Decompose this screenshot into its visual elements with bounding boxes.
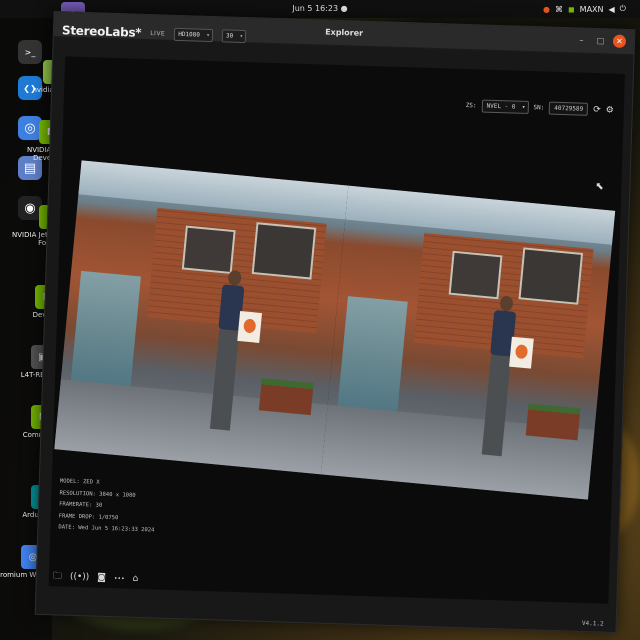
zs-label: ZS: bbox=[465, 102, 477, 110]
left-camera-image bbox=[54, 160, 349, 475]
stereo-video-feed[interactable] bbox=[54, 160, 616, 500]
close-button[interactable]: ✕ bbox=[612, 34, 627, 48]
network-icon[interactable]: ⌘ bbox=[555, 5, 563, 14]
refresh-icon[interactable]: ⟳ bbox=[593, 105, 601, 115]
serial-field[interactable]: 40729589 bbox=[549, 101, 589, 116]
chevron-down-icon: ▾ bbox=[521, 103, 526, 111]
settings-gear-icon[interactable]: ⚙ bbox=[606, 105, 614, 115]
fps-value: 30 bbox=[225, 31, 234, 40]
minimize-button[interactable]: – bbox=[575, 33, 588, 46]
right-camera-image bbox=[321, 185, 616, 500]
record-icon[interactable]: ● bbox=[543, 5, 550, 14]
resolution-value: HD1080 bbox=[178, 30, 201, 39]
sn-label: SN: bbox=[533, 104, 545, 112]
stereolabs-logo: StereoLabs* bbox=[61, 23, 142, 40]
zs-value: NVEL - 0 bbox=[486, 102, 516, 111]
explorer-window: Explorer – □ ✕ StereoLabs* LIVE HD1080 ▾… bbox=[34, 11, 636, 633]
volume-icon[interactable]: ◀ bbox=[609, 5, 615, 14]
resolution-select[interactable]: HD1080 ▾ bbox=[174, 27, 214, 42]
folder-icon[interactable]: 🗀 bbox=[53, 568, 63, 584]
chevron-down-icon: ▾ bbox=[239, 32, 244, 40]
bottom-toolbar: 🗀 ((•)) ◙ ••• ⌂ bbox=[53, 568, 139, 587]
chevron-down-icon: ▾ bbox=[206, 31, 211, 39]
camera-controls: ZS: NVEL - 0 ▾ SN: 40729589 ⟳ ⚙ bbox=[466, 99, 614, 117]
power-mode-label[interactable]: MAXN bbox=[580, 5, 604, 14]
nvidia-status-icon[interactable]: ◼ bbox=[568, 5, 575, 14]
live-label: LIVE bbox=[150, 29, 166, 38]
stream-icon[interactable]: ((•)) bbox=[70, 572, 90, 583]
snapshot-icon[interactable]: ⌂ bbox=[132, 574, 138, 584]
camera-info: MODEL: ZED X RESOLUTION: 3840 x 1080 FRA… bbox=[58, 476, 156, 536]
viewer-panel: ZS: NVEL - 0 ▾ SN: 40729589 ⟳ ⚙ ⬉ MODEL:… bbox=[48, 56, 625, 604]
fps-select[interactable]: 30 ▾ bbox=[221, 28, 247, 43]
info-date: DATE: Wed Jun 5 16:23:33 2024 bbox=[58, 524, 155, 534]
mouse-cursor-icon: ⬉ bbox=[595, 181, 604, 193]
maximize-button[interactable]: □ bbox=[594, 34, 607, 47]
zs-select[interactable]: NVEL - 0 ▾ bbox=[481, 99, 529, 114]
record-button-icon[interactable]: ◙ bbox=[97, 573, 106, 583]
version-label: V4.1.2 bbox=[581, 619, 604, 628]
more-icon[interactable]: ••• bbox=[114, 575, 125, 582]
power-icon[interactable]: ⏻ bbox=[620, 4, 626, 14]
status-area[interactable]: ● ⌘ ◼ MAXN ◀ ⏻ bbox=[543, 4, 626, 14]
